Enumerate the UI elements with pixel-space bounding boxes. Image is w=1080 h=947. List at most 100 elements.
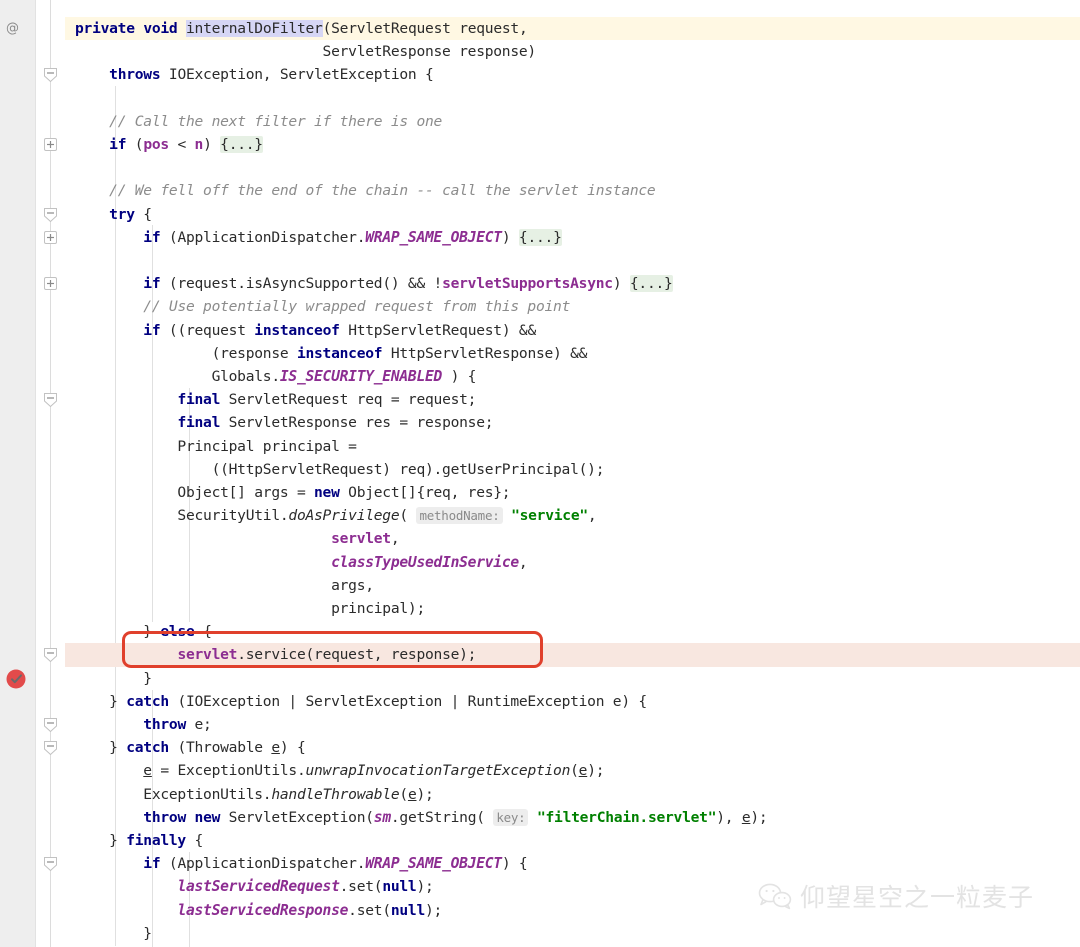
code-token: } bbox=[75, 924, 152, 942]
code-line-text: servlet, bbox=[75, 527, 400, 550]
fold-collapse-icon[interactable] bbox=[44, 718, 57, 732]
code-line[interactable]: e = ExceptionUtils.unwrapInvocationTarge… bbox=[0, 759, 1080, 782]
code-token: e bbox=[578, 762, 588, 780]
code-line[interactable]: final ServletResponse res = response; bbox=[0, 411, 1080, 434]
code-line[interactable]: args, bbox=[0, 574, 1080, 597]
code-line[interactable]: } bbox=[0, 667, 1080, 690]
fold-collapse-icon[interactable] bbox=[44, 741, 57, 756]
code-line-text: ServletResponse response) bbox=[75, 40, 537, 63]
code-line-text: // Use potentially wrapped request from … bbox=[75, 295, 570, 318]
watermark: 仰望星空之一粒麦子 bbox=[758, 878, 1034, 914]
code-token: (ApplicationDispatcher. bbox=[160, 228, 366, 246]
code-token: , bbox=[390, 530, 400, 548]
code-line[interactable]: Globals.IS_SECURITY_ENABLED ) { bbox=[0, 365, 1080, 388]
code-token: throw bbox=[143, 808, 186, 826]
annotation-marker-icon[interactable]: @ bbox=[6, 17, 19, 40]
watermark-text: 仰望星空之一粒麦子 bbox=[800, 883, 1035, 912]
code-token: internalDoFilter bbox=[186, 20, 323, 37]
gutter-separator bbox=[35, 0, 36, 947]
code-line-text: Globals.IS_SECURITY_ENABLED ) { bbox=[75, 365, 477, 388]
code-token: { bbox=[194, 623, 212, 641]
code-token: "filterChain.servlet" bbox=[536, 808, 717, 826]
fold-collapse-icon[interactable] bbox=[44, 68, 57, 83]
code-line[interactable] bbox=[0, 156, 1080, 179]
code-token: catch bbox=[126, 739, 169, 757]
code-token: throw bbox=[143, 716, 186, 733]
code-line[interactable]: Principal principal = bbox=[0, 435, 1080, 458]
code-token: "service" bbox=[511, 507, 588, 525]
code-line[interactable]: if ((request instanceof HttpServletReque… bbox=[0, 319, 1080, 342]
code-line[interactable] bbox=[0, 249, 1080, 272]
code-line[interactable]: ExceptionUtils.handleThrowable(e); bbox=[0, 783, 1080, 806]
code-line[interactable]: SecurityUtil.doAsPrivilege( methodName: … bbox=[0, 504, 1080, 527]
code-token: WRAP_SAME_OBJECT bbox=[365, 855, 502, 873]
code-token: lastServicedResponse bbox=[177, 901, 349, 919]
code-line[interactable]: throw e; bbox=[0, 713, 1080, 736]
code-token: pos bbox=[143, 136, 169, 153]
code-token: ); bbox=[750, 808, 768, 826]
code-line[interactable] bbox=[0, 87, 1080, 110]
code-line[interactable]: // Call the next filter if there is one bbox=[0, 110, 1080, 133]
code-line[interactable]: } catch (IOException | ServletException … bbox=[0, 690, 1080, 713]
code-token: {...} bbox=[220, 136, 263, 153]
code-line-text: } bbox=[75, 922, 152, 945]
code-token: } bbox=[75, 623, 161, 641]
code-line[interactable]: servlet.service(request, response); bbox=[0, 643, 1080, 667]
fold-collapse-icon[interactable] bbox=[44, 857, 57, 872]
code-line-text: if (ApplicationDispatcher.WRAP_SAME_OBJE… bbox=[75, 226, 562, 249]
code-line-text: private void internalDoFilter(ServletReq… bbox=[75, 17, 528, 40]
code-token: ) { bbox=[442, 368, 477, 385]
code-line[interactable]: ((HttpServletRequest) req).getUserPrinci… bbox=[0, 458, 1080, 481]
code-line[interactable]: throw new ServletException(sm.getString(… bbox=[0, 806, 1080, 829]
editor-gutter[interactable] bbox=[0, 0, 35, 947]
code-line[interactable]: if (pos < n) {...} bbox=[0, 133, 1080, 156]
code-line[interactable]: } bbox=[0, 922, 1080, 945]
code-line[interactable]: principal); bbox=[0, 597, 1080, 620]
code-token: void bbox=[143, 20, 178, 37]
code-line[interactable]: } else { bbox=[0, 620, 1080, 643]
code-token: , bbox=[518, 553, 528, 571]
code-line[interactable]: Object[] args = new Object[]{req, res}; bbox=[0, 481, 1080, 504]
fold-collapse-icon[interactable] bbox=[44, 393, 57, 408]
fold-collapse-icon[interactable] bbox=[44, 648, 57, 663]
code-token: < bbox=[168, 136, 195, 153]
code-line[interactable]: if (request.isAsyncSupported() && !servl… bbox=[0, 272, 1080, 295]
code-token: new bbox=[314, 484, 340, 501]
code-line[interactable]: ServletResponse response) bbox=[0, 40, 1080, 63]
fold-collapse-icon[interactable] bbox=[44, 207, 57, 222]
code-token: e bbox=[143, 762, 152, 780]
code-line-text: servlet.service(request, response); bbox=[75, 643, 476, 666]
code-line[interactable]: // We fell off the end of the chain -- c… bbox=[0, 179, 1080, 202]
fold-expand-icon[interactable] bbox=[44, 230, 57, 244]
code-token: { bbox=[185, 832, 204, 849]
code-token: } bbox=[75, 739, 127, 757]
code-line[interactable]: try { bbox=[0, 203, 1080, 226]
code-line[interactable]: classTypeUsedInService, bbox=[0, 551, 1080, 574]
code-line[interactable]: if (ApplicationDispatcher.WRAP_SAME_OBJE… bbox=[0, 852, 1080, 875]
code-line-text: try { bbox=[75, 203, 152, 226]
code-line[interactable]: } finally { bbox=[0, 829, 1080, 852]
fold-expand-icon[interactable] bbox=[44, 138, 57, 151]
code-line[interactable]: (response instanceof HttpServletResponse… bbox=[0, 342, 1080, 365]
code-line[interactable]: private void internalDoFilter(ServletReq… bbox=[0, 17, 1080, 41]
fold-expand-icon[interactable] bbox=[44, 277, 57, 291]
code-line[interactable]: // Use potentially wrapped request from … bbox=[0, 295, 1080, 318]
code-line[interactable]: servlet, bbox=[0, 527, 1080, 550]
code-token: .getString( bbox=[390, 808, 494, 826]
verified-breakpoint-icon[interactable] bbox=[3, 666, 29, 692]
code-line-text: lastServicedRequest.set(null); bbox=[75, 875, 433, 898]
code-content[interactable]: private void internalDoFilter(ServletReq… bbox=[0, 0, 1080, 947]
code-line[interactable]: if (ApplicationDispatcher.WRAP_SAME_OBJE… bbox=[0, 226, 1080, 249]
code-line[interactable]: } catch (Throwable e) { bbox=[0, 736, 1080, 759]
code-token: HttpServletRequest) && bbox=[339, 321, 536, 339]
code-token: , bbox=[587, 507, 597, 525]
code-line[interactable]: throws IOException, ServletException { bbox=[0, 63, 1080, 86]
code-token: (IOException | ServletException | Runtim… bbox=[168, 692, 647, 710]
code-line[interactable]: final ServletRequest req = request; bbox=[0, 388, 1080, 411]
